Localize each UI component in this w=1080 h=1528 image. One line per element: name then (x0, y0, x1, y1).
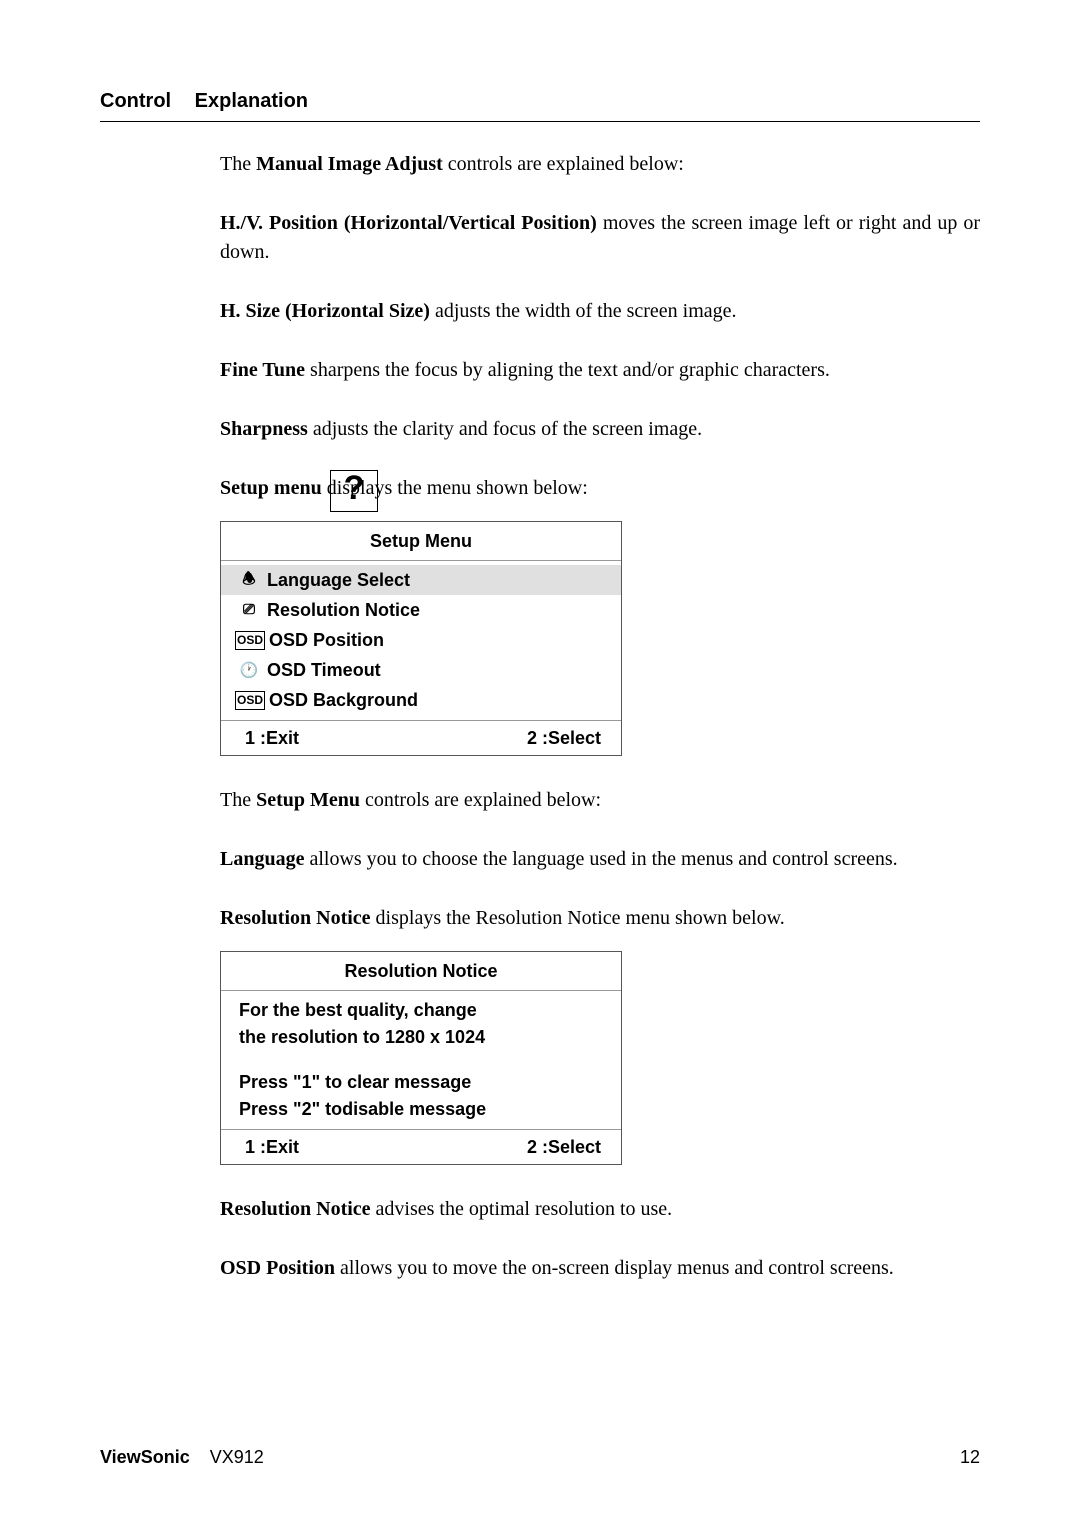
paragraph-h-size: H. Size (Horizontal Size) adjusts the wi… (220, 297, 980, 326)
setup-menu-title: Setup Menu (221, 522, 621, 561)
menu-item-osd-timeout: 🕐 OSD Timeout (221, 655, 621, 685)
paragraph-setup-menu-explain: The Setup Menu controls are explained be… (220, 786, 980, 815)
paragraph-manual-image-adjust: The Manual Image Adjust controls are exp… (220, 150, 980, 179)
paragraph-resolution-notice-intro: Resolution Notice displays the Resolutio… (220, 904, 980, 933)
menu-item-label: OSD Timeout (267, 657, 611, 683)
paragraph-fine-tune: Fine Tune sharpens the focus by aligning… (220, 356, 980, 385)
setup-menu-footer: 1 :Exit 2 :Select (221, 720, 621, 755)
page-number: 12 (960, 1447, 980, 1468)
notice-line: Press "2" todisable message (239, 1096, 603, 1123)
menu-item-label: Language Select (267, 567, 611, 593)
menu-item-label: Resolution Notice (267, 597, 611, 623)
notice-line: the resolution to 1280 x 1024 (239, 1024, 603, 1051)
menu-item-osd-position: OSD OSD Position (221, 625, 621, 655)
menu-item-label: OSD Position (269, 627, 611, 653)
paragraph-sharpness: Sharpness adjusts the clarity and focus … (220, 415, 980, 444)
menu-item-resolution-notice: ⎚ Resolution Notice (221, 595, 621, 625)
notice-line: Press "1" to clear message (239, 1069, 603, 1096)
footer-exit: 1 :Exit (245, 1134, 299, 1160)
globe-icon: 🕭 (231, 569, 267, 591)
osd-icon: OSD (235, 691, 265, 710)
menu-item-osd-background: OSD OSD Background (221, 685, 621, 715)
notice-line: For the best quality, change (239, 997, 603, 1024)
clock-icon: 🕐 (231, 660, 267, 682)
header-explanation: Explanation (195, 90, 308, 112)
question-icon: ? (330, 470, 378, 512)
paragraph-hv-position: H./V. Position (Horizontal/Vertical Posi… (220, 209, 980, 267)
page-footer: ViewSonic VX912 12 (100, 1447, 980, 1468)
paragraph-language: Language allows you to choose the langua… (220, 845, 980, 874)
setup-menu-box: Setup Menu 🕭 Language Select ⎚ Resolutio… (220, 521, 622, 756)
screen-icon: ⎚ (231, 599, 267, 621)
footer-select: 2 :Select (527, 725, 601, 751)
footer-exit: 1 :Exit (245, 725, 299, 751)
paragraph-osd-position: OSD Position allows you to move the on-s… (220, 1254, 980, 1283)
menu-item-language-select: 🕭 Language Select (221, 565, 621, 595)
osd-icon: OSD (235, 631, 265, 650)
resolution-notice-box: Resolution Notice For the best quality, … (220, 951, 622, 1165)
paragraph-resolution-notice-explain: Resolution Notice advises the optimal re… (220, 1195, 980, 1224)
resolution-notice-title: Resolution Notice (221, 952, 621, 991)
footer-brand: ViewSonic (100, 1447, 190, 1467)
menu-item-label: OSD Background (269, 687, 611, 713)
footer-model: VX912 (210, 1447, 264, 1467)
resolution-notice-footer: 1 :Exit 2 :Select (221, 1129, 621, 1164)
section-header: Control Explanation (100, 90, 980, 122)
footer-select: 2 :Select (527, 1134, 601, 1160)
header-control: Control (100, 90, 171, 112)
